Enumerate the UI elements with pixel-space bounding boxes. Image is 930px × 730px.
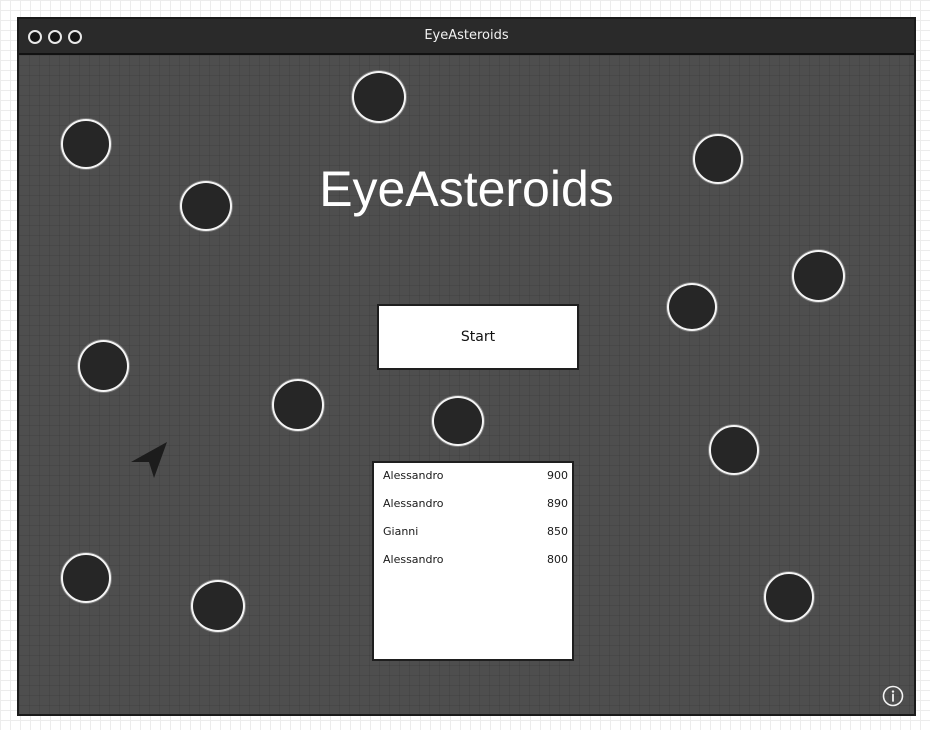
asteroid [792,250,845,302]
ship-icon [131,442,167,478]
leaderboard: Alessandro 900 Alessandro 890 Gianni 850… [372,461,574,661]
player-name: Alessandro [383,497,444,510]
player-name: Alessandro [383,469,444,482]
asteroid [352,71,406,123]
leaderboard-row: Alessandro 890 [374,491,572,519]
player-score: 900 [547,469,568,482]
info-icon[interactable] [882,685,904,707]
leaderboard-row: Alessandro 800 [374,547,572,575]
app-window: EyeAsteroids EyeAsteroids Start Alessand… [17,17,916,716]
title-bar: EyeAsteroids [19,19,914,55]
asteroid [667,283,717,331]
player-score: 850 [547,525,568,538]
leaderboard-row: Gianni 850 [374,519,572,547]
start-button[interactable]: Start [377,304,579,370]
asteroid [191,580,245,632]
game-canvas: EyeAsteroids Start Alessandro 900 Alessa… [19,55,914,714]
game-title: EyeAsteroids [319,161,614,217]
leaderboard-row: Alessandro 900 [374,463,572,491]
asteroid [709,425,759,475]
asteroid [78,340,129,392]
asteroid [764,572,814,622]
asteroid [432,396,484,446]
player-name: Gianni [383,525,419,538]
asteroid [61,553,111,603]
asteroid [272,379,324,431]
player-score: 800 [547,553,568,566]
window-title: EyeAsteroids [424,28,509,43]
player-score: 890 [547,497,568,510]
player-name: Alessandro [383,553,444,566]
